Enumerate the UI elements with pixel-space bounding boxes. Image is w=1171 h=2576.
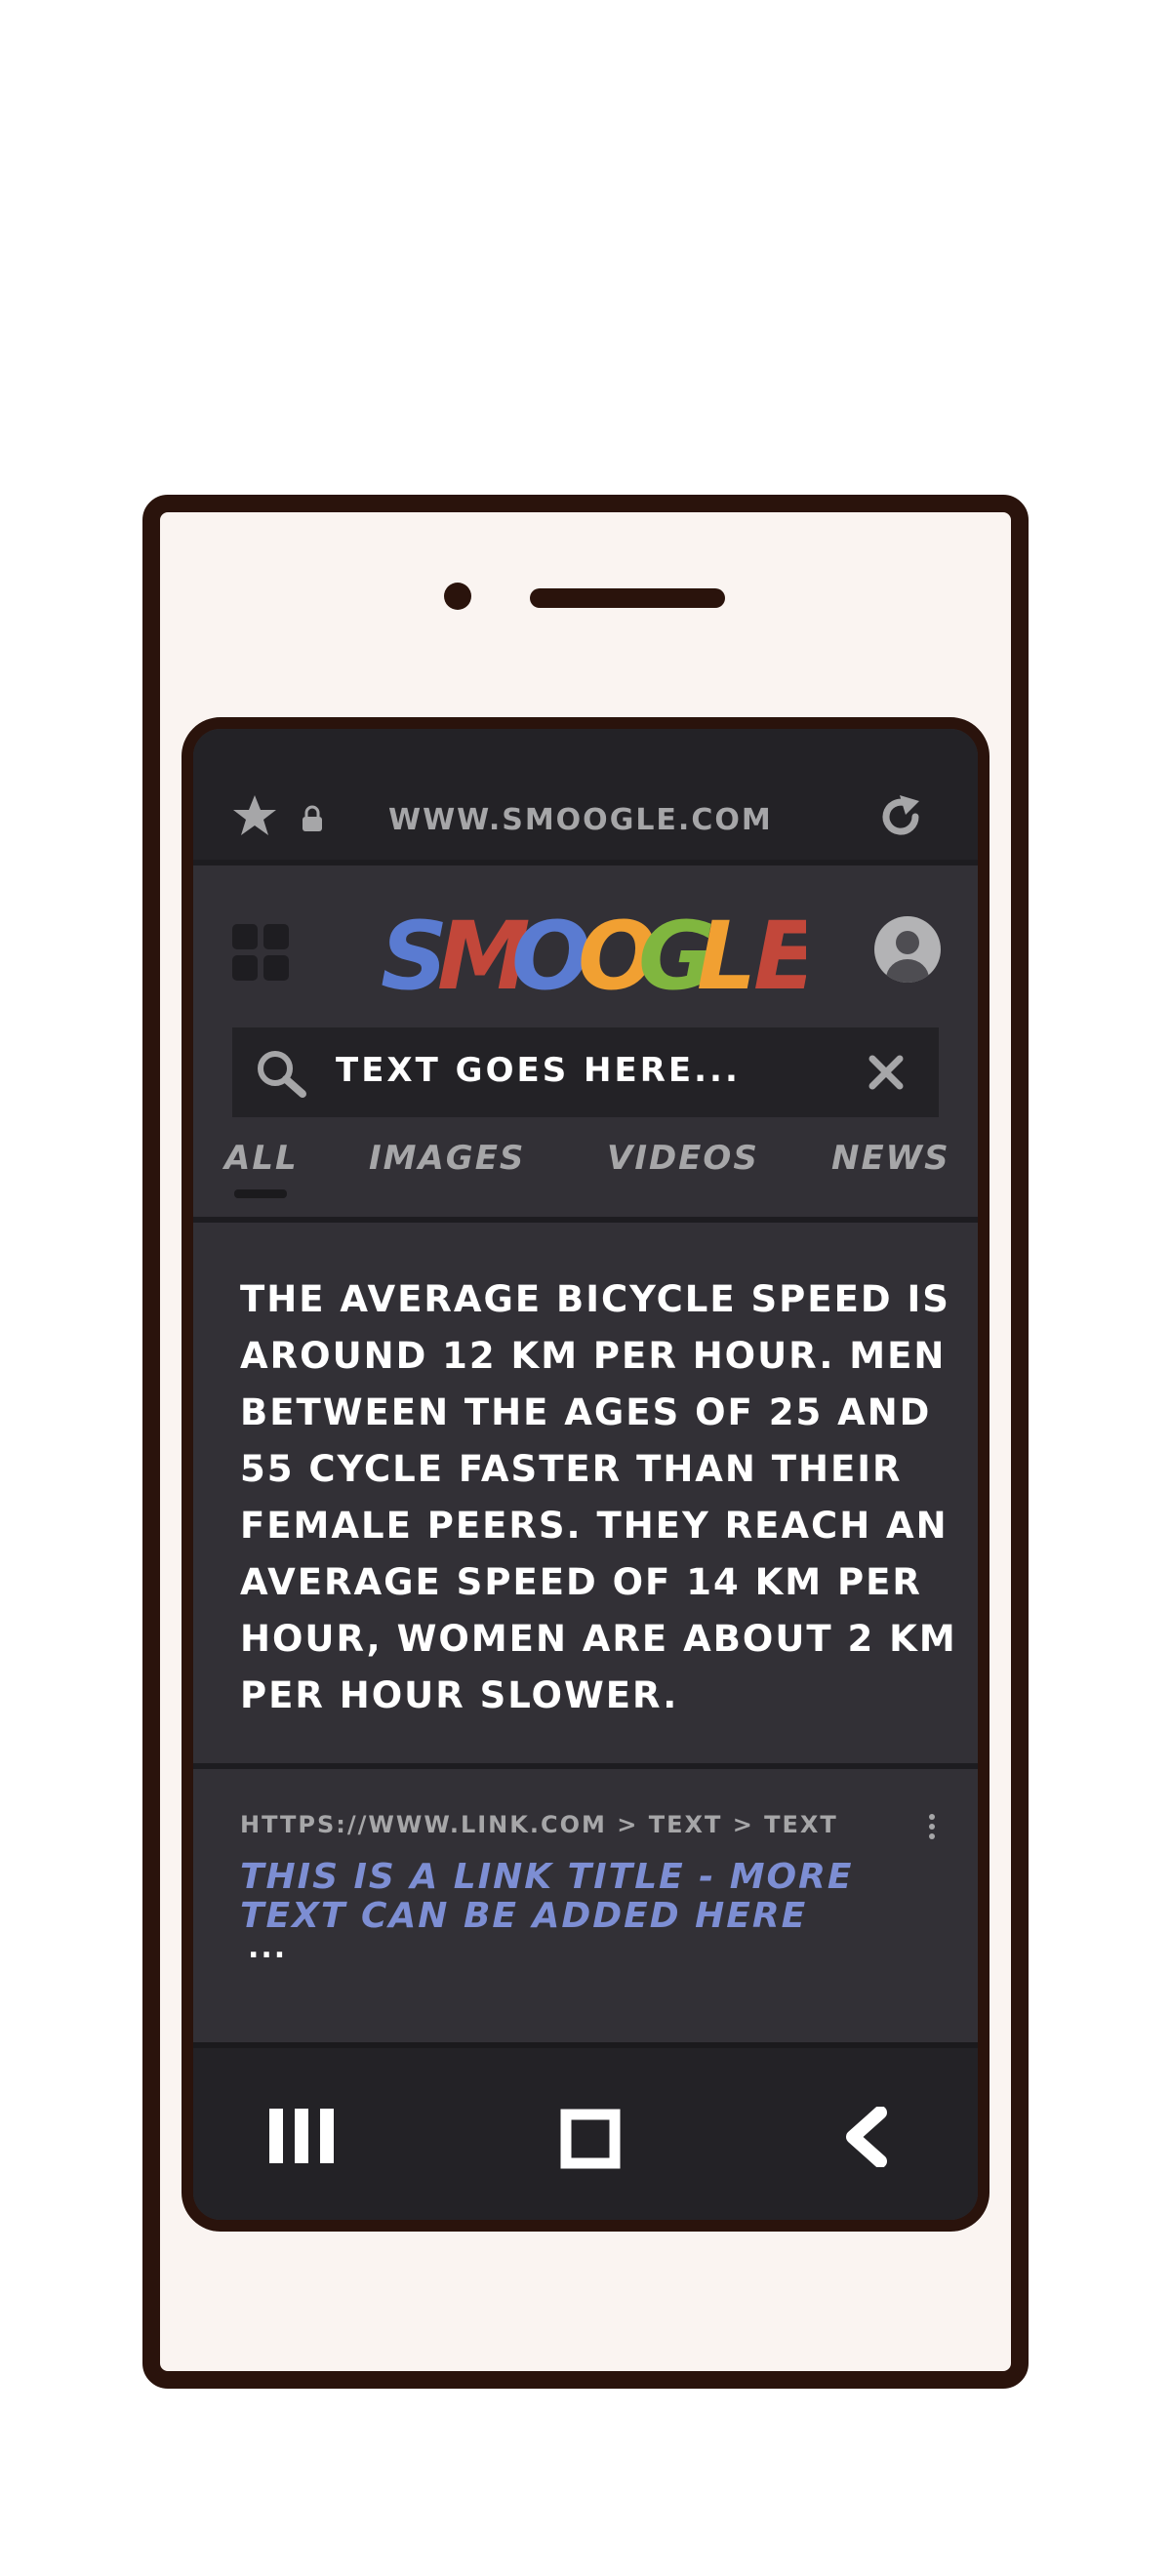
bookmark-star-icon[interactable] [232,794,277,837]
answer-line: AROUND 12 KM PER HOUR. MEN [240,1335,947,1377]
phone-screen: WWW.SMOOGLE.COM SMOOGLE TEXT GOES HERE..… [182,717,989,2232]
back-icon[interactable] [841,2107,890,2167]
android-nav-bar [193,2042,978,2220]
logo-letter: E [753,902,806,998]
tab-all[interactable]: ALL [224,1139,299,1178]
search-icon[interactable] [256,1049,310,1100]
tab-videos[interactable]: VIDEOS [607,1139,759,1178]
answer-line: AVERAGE SPEED OF 14 KM PER [240,1561,922,1603]
smoogle-logo: SMOOGLE [381,902,806,998]
result-title-line[interactable]: THIS IS A LINK TITLE - MORE [240,1858,923,1897]
answer-line: THE AVERAGE BICYCLE SPEED IS [240,1278,950,1320]
answer-line: 55 CYCLE FASTER THAN THEIR [240,1448,903,1490]
avatar[interactable] [872,914,943,985]
result-snippet: ... [248,1931,288,1965]
answer-line: PER HOUR SLOWER. [240,1674,679,1716]
result-link-title[interactable]: THIS IS A LINK TITLE - MORE TEXT CAN BE … [240,1858,923,1936]
recent-apps-icon[interactable] [267,2107,336,2165]
clear-search-icon[interactable] [867,1053,906,1092]
divider [193,1763,978,1769]
divider [193,1217,978,1223]
front-camera [444,583,471,610]
address-url[interactable]: WWW.SMOOGLE.COM [388,803,771,837]
apps-grid-icon[interactable] [232,924,291,983]
logo-letter: L [697,902,756,998]
result-breadcrumb[interactable]: HTTPS://WWW.LINK.COM > TEXT > TEXT [240,1811,838,1838]
browser-address-bar: WWW.SMOOGLE.COM [193,729,978,865]
home-icon[interactable] [560,2109,621,2169]
answer-line: FEMALE PEERS. THEY REACH AN [240,1505,949,1547]
search-tabs: ALL IMAGES VIDEOS NEWS [193,1139,978,1217]
more-options-icon[interactable] [927,1812,937,1841]
earpiece-speaker [530,588,725,608]
answer-line: HOUR, WOMEN ARE ABOUT 2 KM [240,1618,957,1660]
reload-icon[interactable] [876,793,927,842]
tab-images[interactable]: IMAGES [369,1139,525,1178]
answer-line: BETWEEN THE AGES OF 25 AND [240,1391,932,1433]
active-tab-indicator [234,1189,287,1198]
answer-snippet: THE AVERAGE BICYCLE SPEED IS AROUND 12 K… [240,1271,962,1724]
search-box[interactable]: TEXT GOES HERE... [232,1027,939,1117]
tab-news[interactable]: NEWS [831,1139,950,1178]
result-title-line[interactable]: TEXT CAN BE ADDED HERE [240,1897,923,1936]
lock-icon [303,805,322,831]
search-input[interactable]: TEXT GOES HERE... [336,1051,741,1090]
